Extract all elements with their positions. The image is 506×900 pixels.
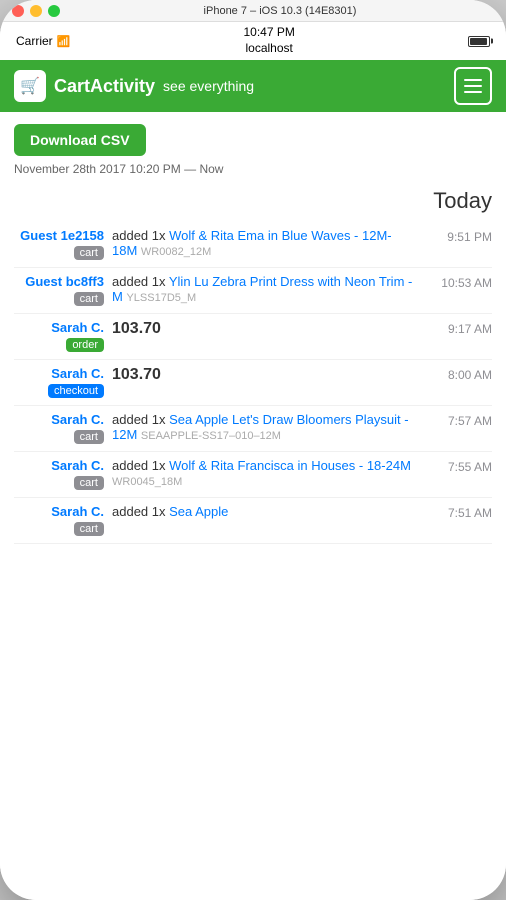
row-left: Sarah C. checkout <box>14 366 104 399</box>
row-left: Sarah C. order <box>14 320 104 353</box>
phone-shell: iPhone 7 – iOS 10.3 (14E8301) Carrier 📶 … <box>0 0 506 900</box>
row-time: 8:00 AM <box>424 366 492 382</box>
row-center: added 1x Sea Apple <box>112 504 416 519</box>
time-label: 10:47 PM <box>244 25 295 41</box>
badge-order: order <box>66 338 104 352</box>
badge-checkout: checkout <box>48 384 104 398</box>
row-left: Guest 1e2158 cart <box>14 228 104 261</box>
minimize-dot[interactable] <box>30 5 42 17</box>
table-row: Sarah C. cart added 1x Sea Apple Let's D… <box>14 406 492 452</box>
table-row: Sarah C. cart added 1x Wolf & Rita Franc… <box>14 452 492 498</box>
status-center: 10:47 PM localhost <box>244 25 295 56</box>
table-row: Sarah C. order 103.70 9:17 AM <box>14 314 492 360</box>
app-tagline: see everything <box>163 78 254 94</box>
table-row: Sarah C. cart added 1x Sea Apple 7:51 AM <box>14 498 492 544</box>
user-name[interactable]: Sarah C. <box>14 458 104 473</box>
download-csv-button[interactable]: Download CSV <box>14 124 146 156</box>
title-bar: iPhone 7 – iOS 10.3 (14E8301) <box>0 0 506 22</box>
row-center: added 1x Ylin Lu Zebra Print Dress with … <box>112 274 416 304</box>
amount-value: 103.70 <box>112 320 161 337</box>
sku-text: YLSS17D5_M <box>126 292 196 304</box>
badge-cart: cart <box>74 430 104 444</box>
hamburger-line-2 <box>464 85 482 87</box>
row-center: added 1x Wolf & Rita Ema in Blue Waves -… <box>112 228 416 258</box>
battery-icon <box>468 36 490 47</box>
row-time: 7:55 AM <box>424 458 492 474</box>
section-today-header: Today <box>14 188 492 214</box>
user-name[interactable]: Sarah C. <box>14 504 104 519</box>
status-left: Carrier 📶 <box>16 34 70 48</box>
content-area: Download CSV November 28th 2017 10:20 PM… <box>0 112 506 900</box>
hamburger-line-1 <box>464 79 482 81</box>
badge-cart: cart <box>74 522 104 536</box>
user-name[interactable]: Guest 1e2158 <box>14 228 104 243</box>
row-center: 103.70 <box>112 320 416 338</box>
nav-brand: 🛒 CartActivity see everything <box>14 70 254 102</box>
table-row: Sarah C. checkout 103.70 8:00 AM <box>14 360 492 406</box>
hamburger-line-3 <box>464 91 482 93</box>
close-dot[interactable] <box>12 5 24 17</box>
user-name[interactable]: Sarah C. <box>14 412 104 427</box>
product-link[interactable]: Sea Apple <box>169 504 228 519</box>
product-link[interactable]: Wolf & Rita Francisca in Houses - 18-24M <box>169 458 411 473</box>
row-center: 103.70 <box>112 366 416 384</box>
row-time: 9:51 PM <box>424 228 492 244</box>
row-time: 7:51 AM <box>424 504 492 520</box>
app-name: CartActivity <box>54 76 155 97</box>
maximize-dot[interactable] <box>48 5 60 17</box>
action-text: added 1x <box>112 228 169 243</box>
user-name[interactable]: Sarah C. <box>14 320 104 335</box>
window-title: iPhone 7 – iOS 10.3 (14E8301) <box>66 5 494 17</box>
date-range-label: November 28th 2017 10:20 PM — Now <box>14 162 492 176</box>
nav-bar: 🛒 CartActivity see everything <box>0 60 506 112</box>
action-text: added 1x <box>112 412 169 427</box>
row-left: Sarah C. cart <box>14 504 104 537</box>
status-bar: Carrier 📶 10:47 PM localhost <box>0 22 506 60</box>
action-text: added 1x <box>112 504 169 519</box>
host-label: localhost <box>244 41 295 57</box>
action-text: added 1x <box>112 458 169 473</box>
user-name[interactable]: Sarah C. <box>14 366 104 381</box>
user-name[interactable]: Guest bc8ff3 <box>14 274 104 289</box>
badge-cart: cart <box>74 476 104 490</box>
status-right <box>468 36 490 47</box>
carrier-label: Carrier <box>16 34 53 48</box>
row-left: Sarah C. cart <box>14 412 104 445</box>
row-time: 9:17 AM <box>424 320 492 336</box>
wifi-icon: 📶 <box>57 35 71 48</box>
row-center: added 1x Wolf & Rita Francisca in Houses… <box>112 458 416 488</box>
row-time: 7:57 AM <box>424 412 492 428</box>
badge-cart: cart <box>74 292 104 306</box>
sku-text: WR0045_18M <box>112 476 182 488</box>
action-text: added 1x <box>112 274 169 289</box>
nav-logo-icon: 🛒 <box>14 70 46 102</box>
table-row: Guest bc8ff3 cart added 1x Ylin Lu Zebra… <box>14 268 492 314</box>
amount-value: 103.70 <box>112 366 161 383</box>
row-center: added 1x Sea Apple Let's Draw Bloomers P… <box>112 412 416 442</box>
table-row: Guest 1e2158 cart added 1x Wolf & Rita E… <box>14 222 492 268</box>
sku-text: WR0082_12M <box>141 246 211 258</box>
sku-text: SEAAPPLE-SS17–010–12M <box>141 430 281 442</box>
row-left: Guest bc8ff3 cart <box>14 274 104 307</box>
battery-fill <box>470 38 487 45</box>
row-left: Sarah C. cart <box>14 458 104 491</box>
badge-cart: cart <box>74 246 104 260</box>
row-time: 10:53 AM <box>424 274 492 290</box>
hamburger-menu-button[interactable] <box>454 67 492 105</box>
